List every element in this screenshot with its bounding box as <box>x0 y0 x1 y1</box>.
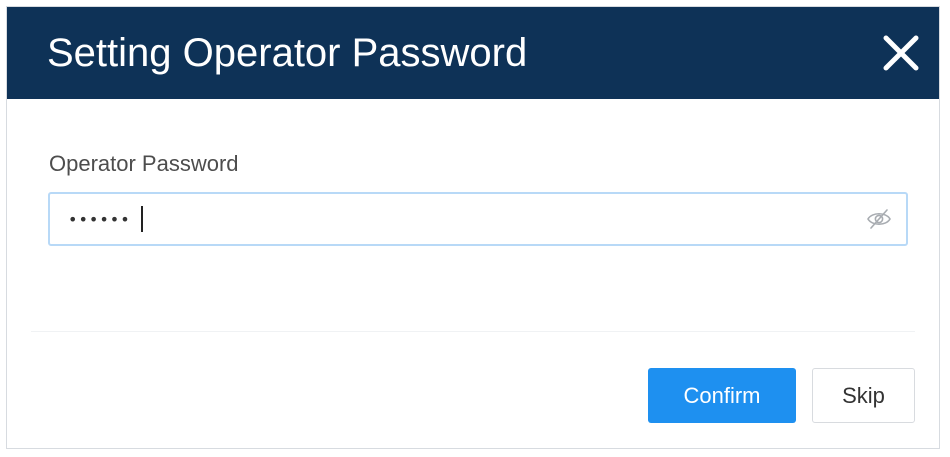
password-label: Operator Password <box>49 151 239 176</box>
dialog-title: Setting Operator Password <box>47 31 528 75</box>
skip-button[interactable]: Skip <box>812 368 915 423</box>
password-visibility-toggle[interactable] <box>866 207 892 231</box>
footer-divider <box>31 331 915 332</box>
password-field[interactable] <box>48 192 908 246</box>
password-dialog: Setting Operator Password Operator Passw… <box>6 6 940 449</box>
eye-slash-icon <box>867 209 891 229</box>
confirm-button[interactable]: Confirm <box>648 368 796 423</box>
text-caret <box>141 206 143 232</box>
close-button[interactable] <box>879 31 923 75</box>
dialog-titlebar: Setting Operator Password <box>7 7 939 99</box>
close-icon <box>883 35 919 71</box>
password-input[interactable] <box>50 194 868 244</box>
